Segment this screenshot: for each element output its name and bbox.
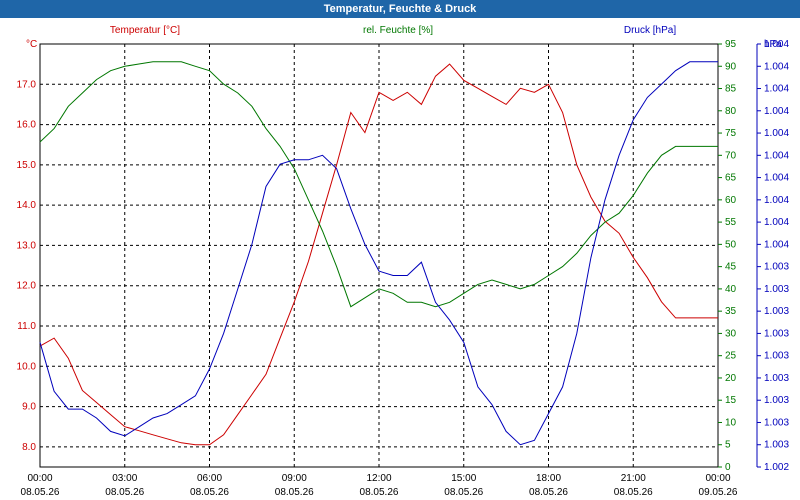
x-tick-time: 00:00 bbox=[27, 473, 52, 484]
temperature-tick-label: 8.0 bbox=[22, 442, 36, 453]
humidity-tick-label: 80 bbox=[725, 106, 737, 117]
left-axis-ticks: 8.0 9.0 10.0 11.0 12.0 13.0 14.0 15.0 16.0 17.0 bbox=[17, 79, 37, 453]
x-tick-date: 08.05.26 bbox=[360, 487, 399, 498]
pressure-tick-label: 1.003 bbox=[764, 440, 789, 451]
temperature-tick-label: 10.0 bbox=[17, 361, 37, 372]
humidity-tick-label: 45 bbox=[725, 262, 737, 273]
pressure-tick-label: 1.004 bbox=[764, 173, 789, 184]
x-tick-time: 03:00 bbox=[112, 473, 137, 484]
x-tick-time: 06:00 bbox=[197, 473, 222, 484]
humidity-tick-label: 90 bbox=[725, 61, 737, 72]
x-tick-date: 08.05.26 bbox=[105, 487, 144, 498]
left-axis-label: Temperatur [°C] bbox=[110, 25, 180, 36]
humidity-tick-label: 0 bbox=[725, 462, 731, 473]
x-axis-ticks: 00:00 08.05.26 03:00 08.05.26 06:00 08.05.26 0… bbox=[21, 473, 738, 498]
x-tick-date: 08.05.26 bbox=[275, 487, 314, 498]
pressure-tick-label: 1.004 bbox=[764, 61, 789, 72]
x-tick-time: 18:00 bbox=[536, 473, 561, 484]
humidity-tick-label: 20 bbox=[725, 373, 737, 384]
humidity-tick-label: 70 bbox=[725, 150, 737, 161]
chart-title: Temperatur, Feuchte & Druck bbox=[0, 0, 800, 18]
pressure-tick-label: 1.004 bbox=[764, 84, 789, 95]
pressure-axis-ticks: 1.002 1.003 1.003 1.003 1.003 1.003 1.003 1.003… bbox=[756, 39, 789, 473]
pressure-tick-label: 1.002 bbox=[764, 462, 789, 473]
humidity-tick-label: 55 bbox=[725, 217, 737, 228]
pressure-tick-label: 1.003 bbox=[764, 328, 789, 339]
x-tick-time: 21:00 bbox=[621, 473, 646, 484]
temperature-tick-label: 14.0 bbox=[17, 200, 37, 211]
humidity-tick-label: 85 bbox=[725, 84, 737, 95]
x-tick-time: 12:00 bbox=[366, 473, 391, 484]
humidity-tick-label: 75 bbox=[725, 128, 737, 139]
x-tick-time: 09:00 bbox=[282, 473, 307, 484]
pressure-tick-label: 1.004 bbox=[764, 239, 789, 250]
humidity-tick-label: 5 bbox=[725, 440, 731, 451]
x-tick-date: 08.05.26 bbox=[444, 487, 483, 498]
humidity-axis-label: rel. Feuchte [%] bbox=[363, 25, 433, 36]
temperature-tick-label: 16.0 bbox=[17, 120, 37, 131]
temperature-tick-label: 11.0 bbox=[17, 321, 36, 332]
pressure-tick-label: 1.004 bbox=[764, 106, 789, 117]
temperature-tick-label: 9.0 bbox=[22, 402, 36, 413]
pressure-tick-label: 1.003 bbox=[764, 284, 789, 295]
humidity-tick-label: 35 bbox=[725, 306, 737, 317]
humidity-tick-label: 95 bbox=[725, 39, 737, 50]
humidity-tick-label: 25 bbox=[725, 351, 737, 362]
humidity-tick-label: 60 bbox=[725, 195, 737, 206]
humidity-tick-label: 30 bbox=[725, 328, 737, 339]
temperature-tick-label: 13.0 bbox=[17, 240, 37, 251]
temperature-tick-label: 15.0 bbox=[17, 160, 37, 171]
x-tick-date: 08.05.26 bbox=[21, 487, 60, 498]
pressure-tick-label: 1.004 bbox=[764, 150, 789, 161]
humidity-tick-label: 15 bbox=[725, 395, 737, 406]
x-tick-time: 00:00 bbox=[705, 473, 730, 484]
pressure-tick-label: 1.003 bbox=[764, 417, 789, 428]
pressure-tick-label: 1.004 bbox=[764, 39, 789, 50]
humidity-tick-label: 65 bbox=[725, 173, 737, 184]
humidity-tick-label: 50 bbox=[725, 239, 737, 250]
chart: °C Temperatur [°C] rel. Feuchte [%] Druc… bbox=[17, 25, 790, 498]
pressure-axis-label: Druck [hPa] bbox=[624, 25, 676, 36]
pressure-tick-label: 1.003 bbox=[764, 395, 789, 406]
humidity-tick-label: 10 bbox=[725, 417, 737, 428]
temperature-tick-label: 12.0 bbox=[17, 281, 37, 292]
pressure-tick-label: 1.004 bbox=[764, 195, 789, 206]
left-axis-unit: °C bbox=[26, 39, 37, 50]
x-tick-date: 08.05.26 bbox=[614, 487, 653, 498]
humidity-axis-ticks: 0 5 10 15 20 25 30 35 40 45 50 55 60 65 70 75 80 85 90 95 bbox=[718, 39, 737, 473]
pressure-tick-label: 1.004 bbox=[764, 217, 789, 228]
x-tick-date: 09.05.26 bbox=[699, 487, 738, 498]
x-tick-date: 08.05.26 bbox=[529, 487, 568, 498]
pressure-tick-label: 1.003 bbox=[764, 306, 789, 317]
pressure-tick-label: 1.003 bbox=[764, 262, 789, 273]
humidity-tick-label: 40 bbox=[725, 284, 737, 295]
pressure-tick-label: 1.003 bbox=[764, 351, 789, 362]
pressure-tick-label: 1.003 bbox=[764, 373, 789, 384]
x-tick-date: 08.05.26 bbox=[190, 487, 229, 498]
pressure-tick-label: 1.004 bbox=[764, 128, 789, 139]
temperature-tick-label: 17.0 bbox=[17, 79, 37, 90]
x-tick-time: 15:00 bbox=[451, 473, 476, 484]
